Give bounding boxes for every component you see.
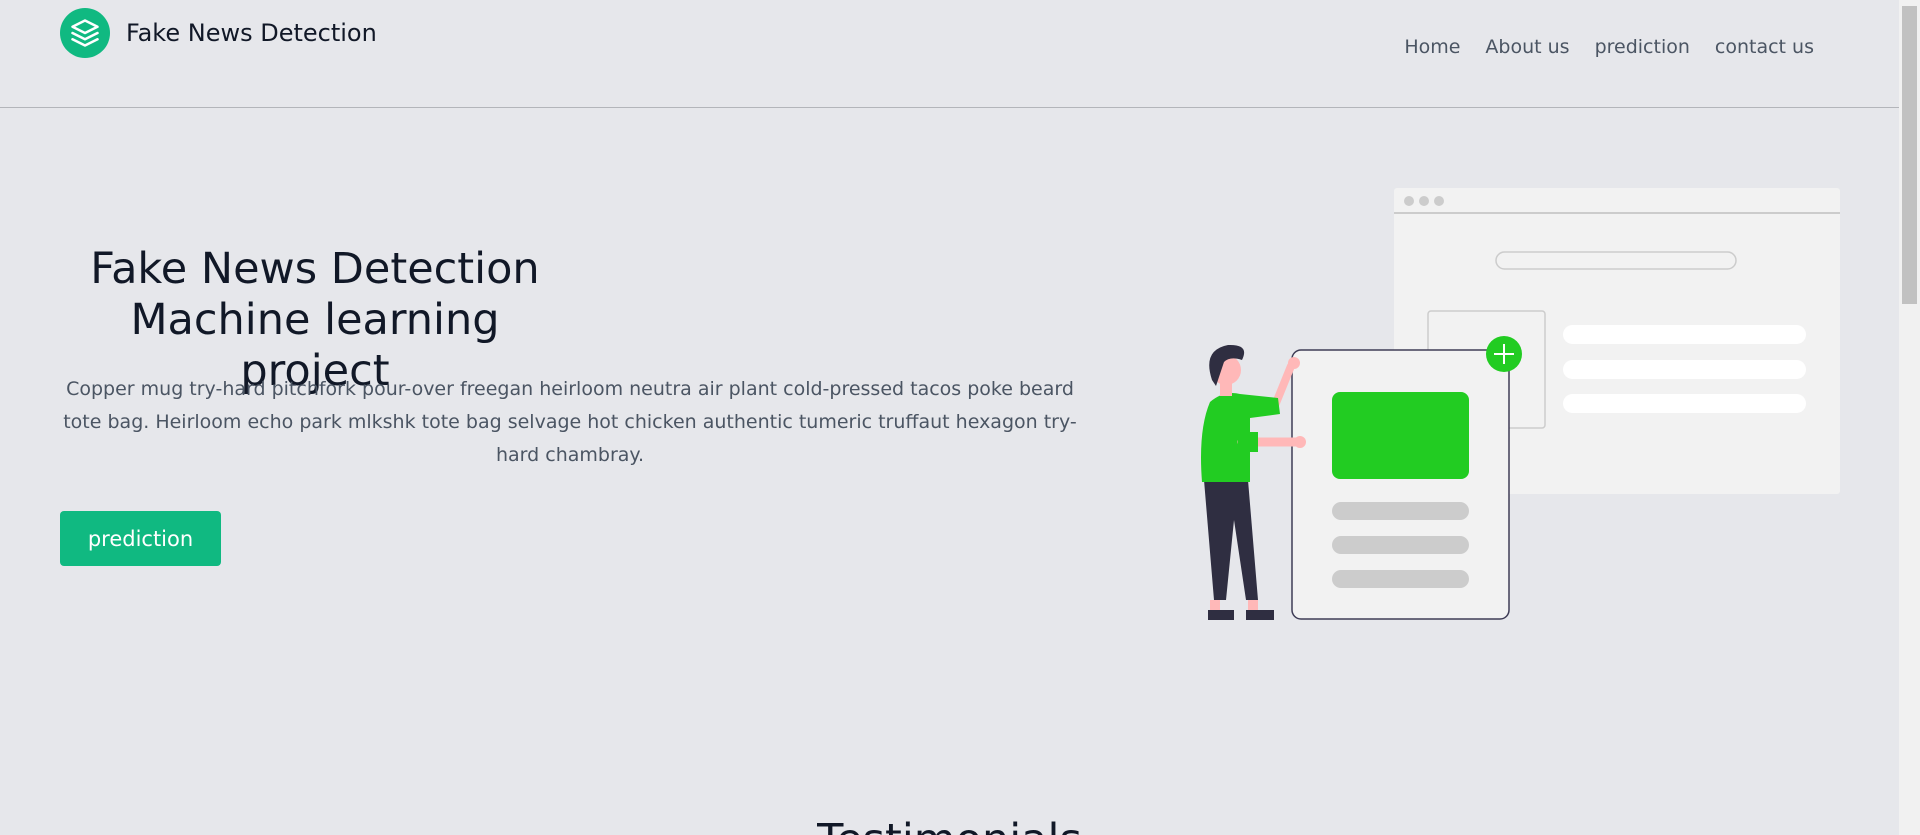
site-header: Fake News Detection Home About us predic… — [0, 0, 1899, 108]
main-nav: Home About us prediction contact us — [1404, 36, 1814, 58]
hero-illustration — [1190, 180, 1850, 640]
person-graphic — [1201, 344, 1306, 620]
layers-icon — [60, 8, 110, 58]
brand-title: Fake News Detection — [126, 19, 377, 47]
hero-description: Copper mug try-hard pitchfork pour-over … — [63, 378, 1077, 466]
scrollbar-thumb[interactable] — [1902, 6, 1917, 304]
brand-link[interactable]: Fake News Detection — [60, 8, 377, 58]
nav-about-link[interactable]: About us — [1485, 36, 1569, 58]
page-scrollbar[interactable] — [1899, 0, 1920, 835]
prediction-button[interactable]: prediction — [60, 511, 221, 566]
nav-home-link[interactable]: Home — [1404, 36, 1460, 58]
page: Fake News Detection Home About us predic… — [0, 0, 1920, 835]
nav-prediction-link[interactable]: prediction — [1595, 36, 1690, 58]
plus-icon — [1486, 336, 1522, 372]
hero-title-line-1: Fake News Detection — [90, 244, 540, 294]
nav-contact-link[interactable]: contact us — [1715, 36, 1814, 58]
testimonials-heading: Testimonials — [0, 815, 1899, 835]
card-graphic — [1291, 349, 1510, 620]
